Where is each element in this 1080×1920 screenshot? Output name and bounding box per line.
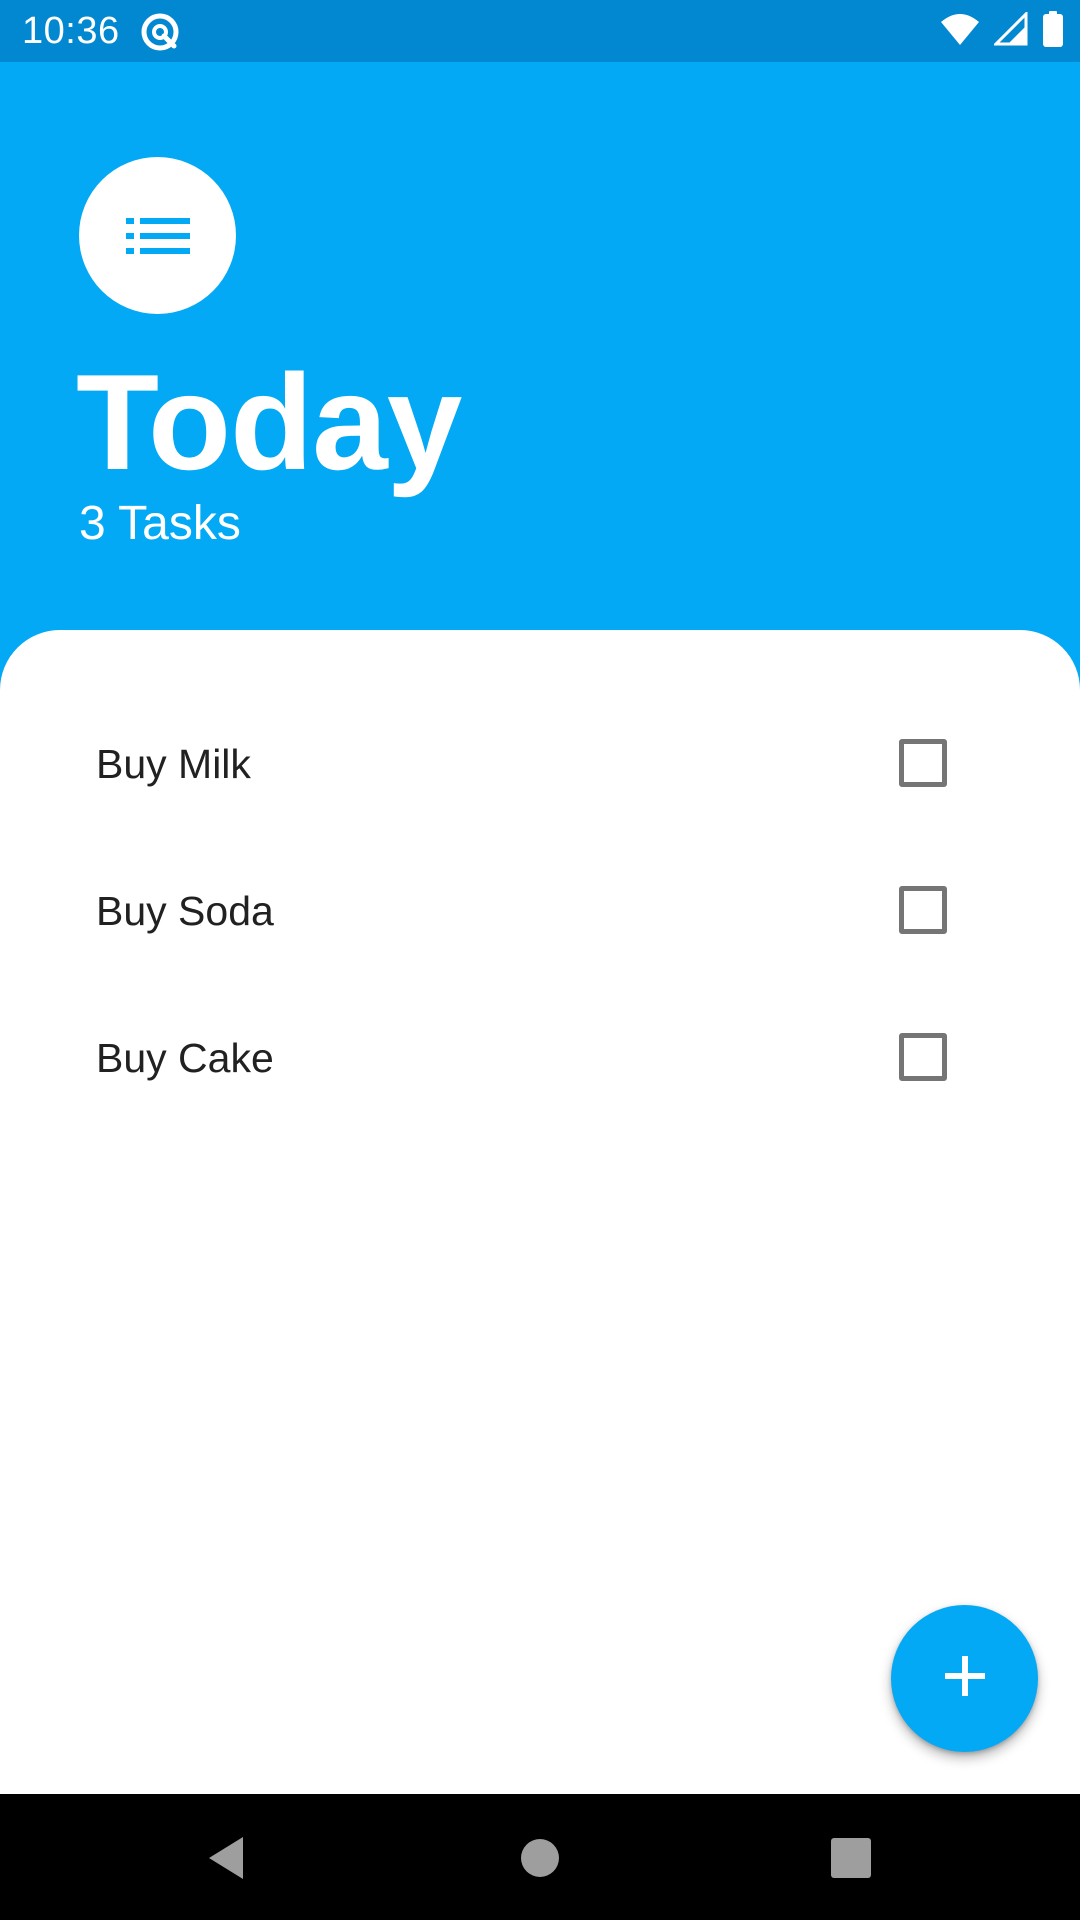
- battery-icon: [1042, 10, 1064, 52]
- task-checkbox[interactable]: [899, 739, 947, 787]
- task-item-buy-cake[interactable]: Buy Cake: [0, 986, 1080, 1133]
- list-header: Today 3 Tasks: [0, 62, 1080, 642]
- task-list-card: Buy Milk Buy Soda Buy Cake: [0, 630, 1080, 1794]
- task-label: Buy Milk: [96, 741, 251, 787]
- status-bar: 10:36: [0, 0, 1080, 62]
- page-title: Today: [76, 346, 462, 498]
- task-checkbox[interactable]: [899, 1033, 947, 1081]
- recents-square-icon[interactable]: [827, 1834, 875, 1882]
- task-item-buy-soda[interactable]: Buy Soda: [0, 839, 1080, 986]
- task-count: 3 Tasks: [79, 497, 241, 550]
- status-icons: [940, 9, 1064, 52]
- add-task-button[interactable]: [891, 1605, 1038, 1752]
- at-sign-notification-icon: [140, 12, 180, 52]
- task-label: Buy Soda: [96, 888, 274, 934]
- status-time: 10:36: [22, 10, 120, 52]
- back-triangle-icon[interactable]: [202, 1834, 250, 1882]
- navigation-bar: [0, 1794, 1080, 1920]
- task-item-buy-milk[interactable]: Buy Milk: [0, 692, 1080, 839]
- cell-signal-icon: [992, 9, 1028, 51]
- home-circle-icon[interactable]: [516, 1834, 564, 1882]
- plus-icon: [944, 1656, 985, 1701]
- task-label: Buy Cake: [96, 1035, 274, 1081]
- list-icon: [79, 157, 236, 314]
- task-checkbox[interactable]: [899, 886, 947, 934]
- wifi-icon: [940, 12, 980, 51]
- app-screen: 10:36 Today 3 Tasks Buy Milk Buy Soda Bu…: [0, 0, 1080, 1920]
